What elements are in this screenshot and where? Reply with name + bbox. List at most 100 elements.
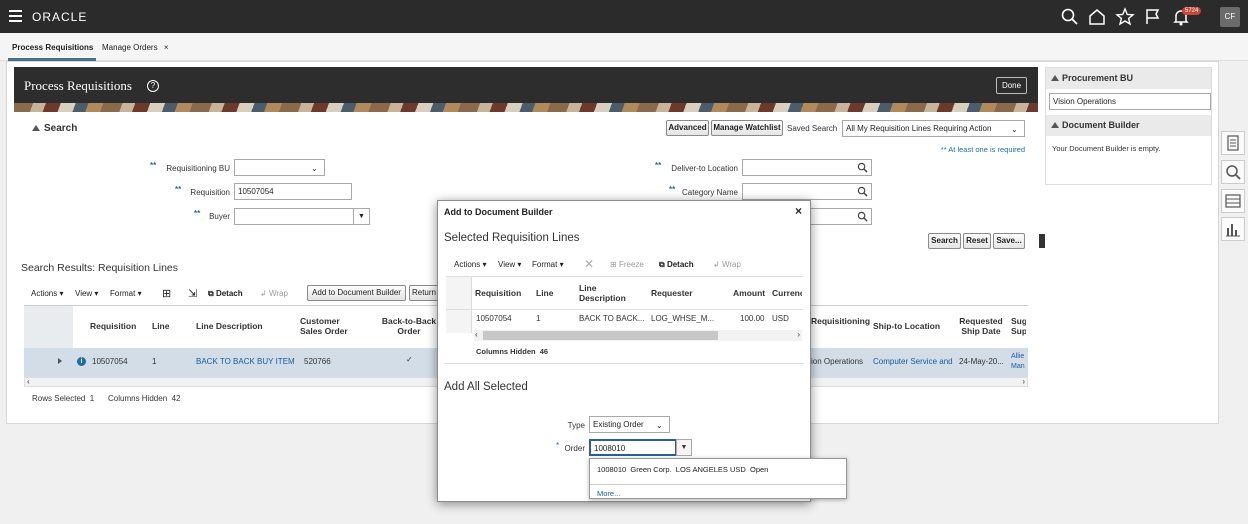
scroll-left-icon[interactable]: ‹ <box>27 378 30 386</box>
user-avatar[interactable]: CF <box>1220 7 1240 27</box>
done-button[interactable]: Done <box>996 77 1027 94</box>
watchlist-flag-icon[interactable] <box>1143 7 1163 27</box>
add-to-document-builder-button[interactable]: Add to Document Builder <box>307 285 406 301</box>
requisition-input[interactable]: 10507054 <box>234 183 352 200</box>
advanced-search-button[interactable]: Advanced <box>666 120 709 136</box>
dialog-col-currency[interactable]: Currency <box>772 288 802 298</box>
tab-manage-orders[interactable]: Manage Orders × <box>102 43 169 52</box>
cell-requested-ship-date: 24-May-20... <box>959 357 1004 366</box>
dialog-wrap[interactable]: ↲ Wrap <box>713 260 741 269</box>
export-icon[interactable]: ⇲ <box>188 287 197 300</box>
dialog-table-header-line <box>446 309 803 310</box>
expand-panel-icon[interactable] <box>1039 234 1045 248</box>
scroll-right-icon[interactable]: › <box>1022 378 1025 386</box>
chevron-down-icon: ⌄ <box>656 421 663 430</box>
analytics-icon[interactable] <box>1221 217 1245 241</box>
dialog-col-requisition[interactable]: Requisition <box>475 288 521 298</box>
results-wrap[interactable]: ↲ Wrap <box>260 289 288 298</box>
col-requested-ship-date[interactable]: Requested Ship Date <box>956 316 1006 336</box>
dialog-actions-menu[interactable]: Actions ▾ <box>454 260 486 269</box>
list-icon[interactable] <box>1221 189 1245 213</box>
scroll-left-icon[interactable]: ‹ <box>475 330 478 340</box>
order-input[interactable]: 1008010 <box>589 439 677 456</box>
search-icon[interactable] <box>857 211 868 222</box>
document-builder-collapse-icon[interactable] <box>1051 122 1059 128</box>
cell-supplier[interactable]: Allie Man <box>1011 352 1027 372</box>
order-more-link[interactable]: More... <box>597 489 620 498</box>
results-view-menu[interactable]: View ▾ <box>75 289 98 298</box>
search-icon[interactable] <box>857 186 868 197</box>
search-icon[interactable] <box>1060 7 1080 27</box>
dialog-horizontal-scrollbar[interactable]: ‹ › <box>474 330 802 341</box>
global-header: ORACLE 5724 CF <box>0 0 1248 33</box>
dialog-view-menu[interactable]: View ▾ <box>498 260 521 269</box>
hamburger-menu-icon[interactable] <box>9 10 22 22</box>
order-label: Order <box>564 444 585 453</box>
cell-ship-to[interactable]: Computer Service and <box>873 357 953 366</box>
order-option[interactable]: 1008010 Green Corp. LOS ANGELES USD Open <box>597 465 768 474</box>
col-ship-to-location[interactable]: Ship-to Location <box>873 321 940 331</box>
scroll-right-icon[interactable]: › <box>797 330 800 340</box>
buyer-select[interactable]: ▼ <box>234 208 370 225</box>
tasks-icon[interactable] <box>1221 131 1245 155</box>
col-customer-sales-order[interactable]: Customer Sales Order <box>300 316 355 336</box>
manage-watchlist-button[interactable]: Manage Watchlist <box>711 120 783 136</box>
dialog-table-row-header <box>446 277 472 333</box>
cell-line: 1 <box>152 357 157 366</box>
order-dropdown-button[interactable]: ▼ <box>676 439 692 456</box>
procurement-bu-collapse-icon[interactable] <box>1051 75 1059 81</box>
dialog-col-line-description[interactable]: Line Description <box>579 283 629 303</box>
requisitioning-bu-select[interactable]: ⌄ <box>234 159 325 176</box>
tab-process-requisitions[interactable]: Process Requisitions <box>12 43 93 52</box>
search-panel-icon[interactable] <box>1221 160 1245 184</box>
info-icon[interactable]: i <box>77 357 86 366</box>
search-button[interactable]: Search <box>928 233 961 249</box>
deliver-to-input[interactable] <box>742 159 872 176</box>
detach-label: Detach <box>215 289 243 298</box>
home-icon[interactable] <box>1087 7 1107 27</box>
dialog-cell-currency: USD <box>772 314 789 323</box>
dialog-col-amount[interactable]: Amount <box>733 288 765 298</box>
oracle-logo[interactable]: ORACLE <box>32 10 87 24</box>
row-expand-icon[interactable] <box>58 358 62 364</box>
search-icon[interactable] <box>857 162 868 173</box>
document-builder-header: Document Builder <box>1062 120 1140 130</box>
dialog-cell-requester: LOG_WHSE_M... <box>651 314 715 323</box>
category-input[interactable] <box>742 183 872 200</box>
dialog-delete-icon[interactable]: ✕ <box>584 257 594 271</box>
return-button[interactable]: Return <box>409 285 439 301</box>
reset-button[interactable]: Reset <box>963 233 991 249</box>
close-tab-icon[interactable]: × <box>164 43 169 52</box>
save-search-button[interactable]: Save... <box>993 233 1025 249</box>
favorites-star-icon[interactable] <box>1115 7 1135 27</box>
type-select[interactable]: Existing Order ⌄ <box>589 416 670 433</box>
saved-search-select[interactable]: All My Requisition Lines Requiring Actio… <box>842 120 1025 137</box>
search-header: Search <box>44 123 78 134</box>
dropdown-arrow-icon[interactable]: ▼ <box>353 209 369 224</box>
cell-line-description[interactable]: BACK TO BACK BUY ITEM <box>196 357 295 366</box>
help-icon[interactable]: ? <box>147 80 159 92</box>
col-suggested-supplier[interactable]: Sug Sup <box>1011 316 1026 336</box>
col-requisitioning[interactable]: Requisitioning <box>811 316 870 326</box>
results-format-menu[interactable]: Format ▾ <box>110 289 142 298</box>
col-line-description[interactable]: Line Description <box>196 321 263 331</box>
dialog-cell-amount: 100.00 <box>740 314 765 323</box>
col-requisition[interactable]: Requisition <box>90 321 136 331</box>
dialog-col-line[interactable]: Line <box>536 288 553 298</box>
results-actions-menu[interactable]: Actions ▾ <box>31 289 63 298</box>
freeze-icon[interactable]: ⊞ <box>162 287 171 300</box>
col-back-to-back-order[interactable]: Back-to-Back Order <box>380 316 438 336</box>
dialog-format-menu[interactable]: Format ▾ <box>532 260 564 269</box>
buyer-label: Buyer <box>209 212 230 221</box>
search-collapse-icon[interactable] <box>32 125 40 131</box>
procurement-bu-field[interactable]: Vision Operations <box>1049 93 1211 110</box>
col-line[interactable]: Line <box>152 321 169 331</box>
results-detach[interactable]: ⧉ Detach <box>208 289 243 299</box>
dialog-detach[interactable]: ⧉ Detach <box>659 260 694 270</box>
dialog-col-requester[interactable]: Requester <box>651 288 693 298</box>
dialog-cell-description: BACK TO BACK... <box>579 314 645 323</box>
format-label: Format <box>532 260 558 269</box>
dialog-freeze[interactable]: ⊞ Freeze <box>610 260 644 269</box>
scrollbar-thumb[interactable] <box>483 331 718 340</box>
dialog-close-icon[interactable]: × <box>795 204 802 218</box>
